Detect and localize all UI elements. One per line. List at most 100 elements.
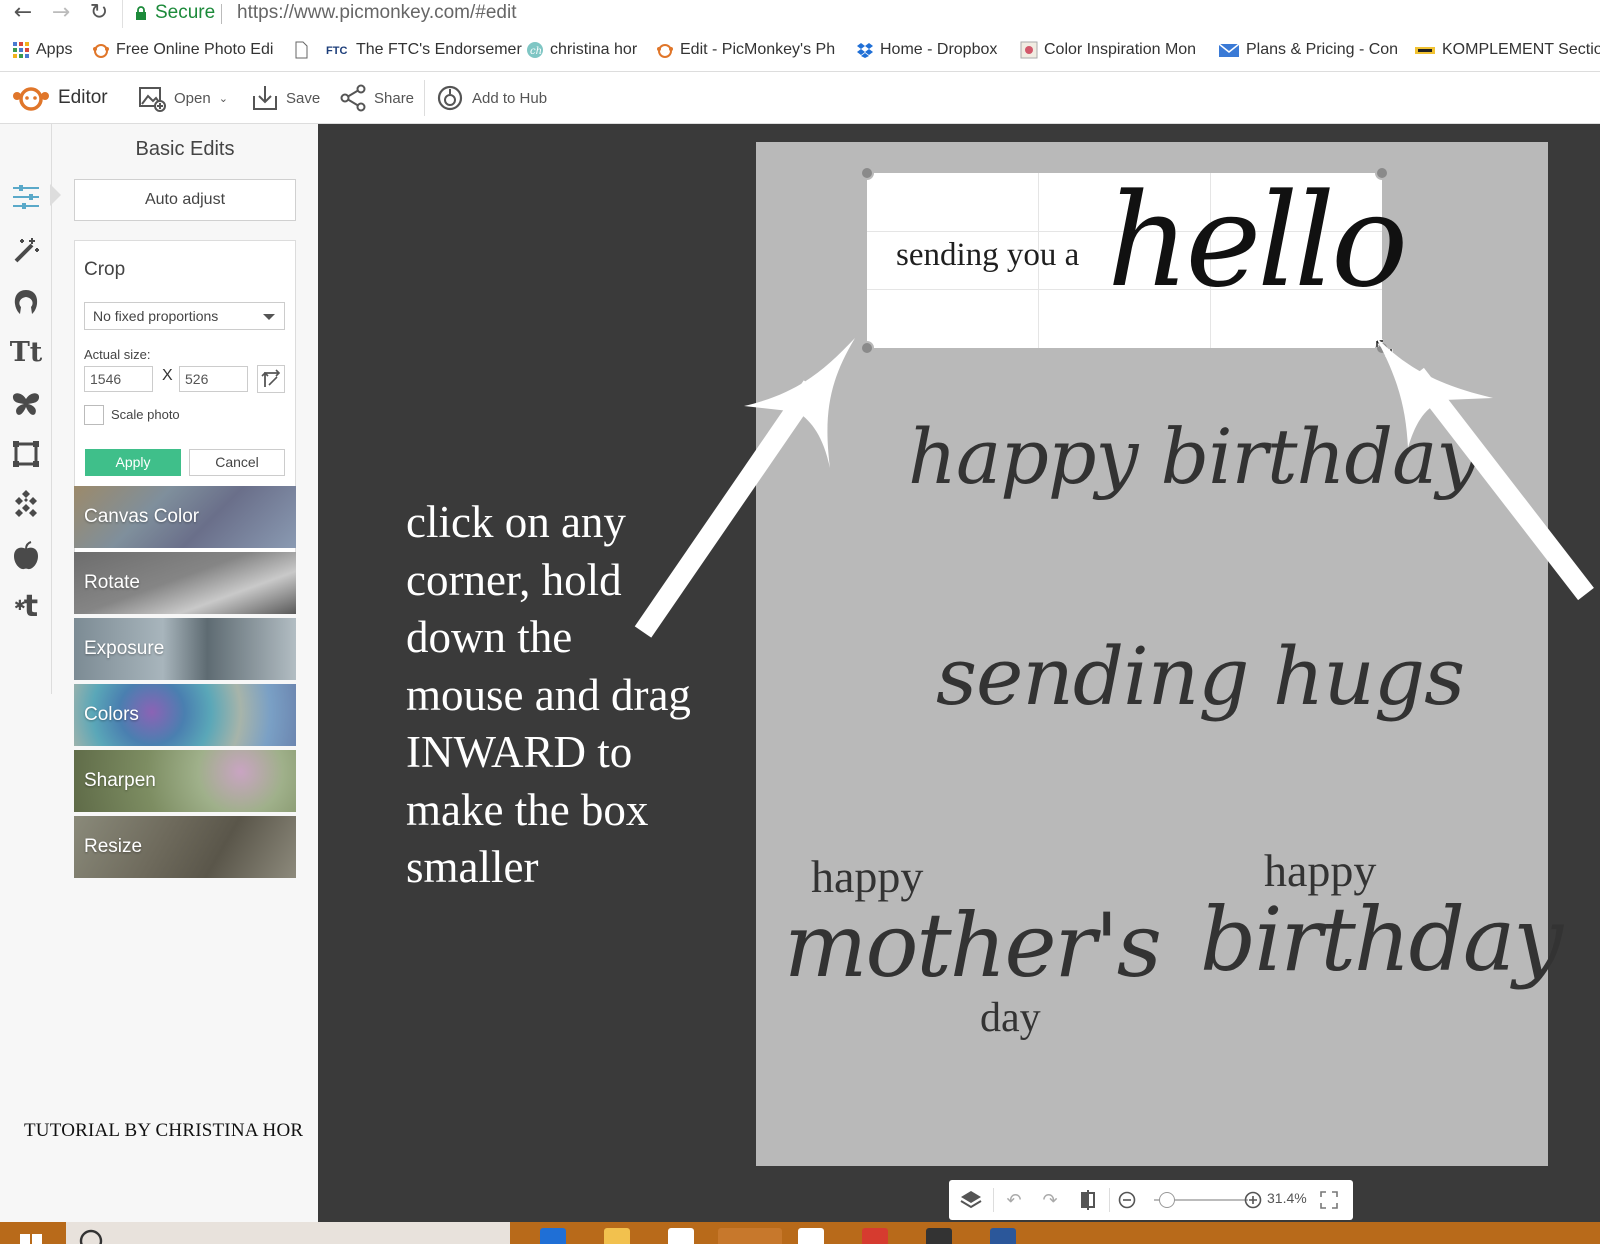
swap-dimensions-button[interactable] [257,365,285,393]
taskbar-word-icon[interactable] [990,1228,1016,1244]
undo-icon: ↶ [1006,1189,1022,1210]
magic-wand-icon[interactable] [8,232,44,268]
editor-label: Editor [58,87,108,108]
theme-t-icon[interactable]: ✱ t [8,588,44,624]
open-button[interactable]: Open ⌄ [138,82,228,114]
bookmark-free-online-photo[interactable]: Free Online Photo Edi [92,38,273,62]
text-tt-icon[interactable]: Tt [8,334,44,370]
share-button[interactable]: Share [340,82,414,114]
fullscreen-button[interactable] [1315,1186,1343,1214]
undo-button[interactable]: ↶ [999,1186,1029,1214]
tool-icon-rail: Tt ✱ t [0,124,61,694]
redo-button[interactable]: ↷ [1035,1186,1065,1214]
apple-theme-icon[interactable] [8,538,44,574]
share-label: Share [374,89,415,107]
bookmark-dropbox[interactable]: Home - Dropbox [856,38,997,62]
frame-icon[interactable] [8,436,44,472]
page-icon [295,41,308,59]
taskbar-app-icon[interactable] [540,1228,566,1244]
left-panel: Tt ✱ t Basic Edits Auto adjust Crop No fi… [0,124,318,1222]
taskbar-folder-icon[interactable] [604,1228,630,1244]
compare-icon [1081,1190,1095,1210]
layers-button[interactable] [955,1186,987,1214]
hub-label: Add to Hub [472,89,548,107]
windows-start-icon[interactable] [20,1226,42,1244]
tile-colors[interactable]: Colors [74,684,296,746]
save-download-icon [253,86,277,110]
picmonkey-icon [657,44,673,58]
bookmark-blank-page[interactable] [292,38,316,62]
tile-label: Rotate [84,572,140,593]
bookmark-apps[interactable]: Apps [12,38,72,62]
bookmark-label: Home - Dropbox [880,41,998,58]
editor-toolbar: Editor Open ⌄ Save Share Add to Hub [0,72,1600,124]
arrow-left-icon [634,338,855,638]
taskbar-app-icon[interactable] [862,1228,888,1244]
auto-adjust-button[interactable]: Auto adjust [74,179,296,221]
tile-rotate[interactable]: Rotate [74,552,296,614]
tile-resize[interactable]: Resize [74,816,296,878]
open-label: Open [174,89,211,107]
dropbox-icon [857,43,873,58]
secure-label: Secure [155,2,216,23]
taskbar-app-icon[interactable] [668,1228,694,1244]
tile-label: Sharpen [84,770,156,791]
bookmark-label: The FTC's Endorsemer [356,41,522,58]
bookmark-label: Plans & Pricing - Con [1246,41,1399,58]
bookmark-edit-picmonkey[interactable]: Edit - PicMonkey's Ph [656,38,835,62]
tile-label: Resize [84,836,143,857]
zoom-toolbar: ↶ ↷ 31.4% [949,1180,1353,1220]
svg-text:FTC: FTC [326,45,347,57]
taskbar-chrome-active-icon[interactable] [718,1228,782,1244]
crop-title[interactable]: Crop [84,259,125,281]
zoom-out-button[interactable] [1113,1186,1141,1214]
zoom-slider-knob[interactable] [1159,1192,1176,1208]
color-inspiration-icon [1020,41,1038,59]
tile-canvas-color[interactable]: Canvas Color [74,486,296,548]
bookmark-label: Free Online Photo Edi [116,41,274,58]
canvas-workspace[interactable]: click on any corner, hold down the mouse… [318,124,1600,1222]
address-bar[interactable]: Secure https://www.picmonkey.com/#edit [122,0,1600,28]
tile-label: Colors [84,704,139,725]
arrow-overlays [634,336,1594,638]
texture-icon[interactable] [8,486,44,522]
tile-label: Canvas Color [84,506,200,527]
save-button[interactable]: Save [252,82,320,114]
back-button[interactable]: ← [10,0,36,28]
tile-exposure[interactable]: Exposure [74,618,296,680]
tile-label: Exposure [84,638,165,659]
height-field[interactable]: 526 [179,366,248,392]
bookmark-christina-hor[interactable]: ch christina hor [526,38,637,62]
bookmark-plans-pricing[interactable]: Plans & Pricing - Con [1218,38,1398,62]
bookmark-color-inspiration[interactable]: Color Inspiration Mon [1020,38,1196,62]
bookmark-komplement[interactable]: KOMPLEMENT Sectio [1414,38,1600,62]
toolbar-divider [424,80,425,116]
actual-size-label: Actual size: [84,347,151,362]
bookmark-label: KOMPLEMENT Sectio [1442,41,1600,58]
taskbar-app-icon[interactable] [926,1228,952,1244]
butterfly-overlay-icon[interactable] [8,386,44,422]
dropdown-caret-icon [263,314,275,320]
scale-photo-checkbox[interactable] [84,405,104,425]
basic-edits-sliders-icon[interactable] [8,179,44,215]
arrow-right-icon [1375,336,1594,601]
redo-icon: ↷ [1042,1189,1058,1210]
bookmark-ftc[interactable]: FTC The FTC's Endorsemer [326,38,522,62]
save-label: Save [286,89,321,107]
forward-button[interactable]: → [48,0,74,28]
touch-up-face-icon[interactable] [8,284,44,320]
taskbar-search-box[interactable] [66,1222,510,1244]
zoom-in-button[interactable] [1239,1186,1267,1214]
tile-sharpen[interactable]: Sharpen [74,750,296,812]
width-field[interactable]: 1546 [84,366,153,392]
compare-button[interactable] [1073,1186,1103,1214]
cancel-button[interactable]: Cancel [189,449,285,476]
url-text[interactable]: https://www.picmonkey.com/#edit [237,2,516,24]
hub-monkey-icon [437,85,463,111]
add-to-hub-button[interactable]: Add to Hub [436,82,547,114]
editor-logo[interactable]: Editor [12,82,108,114]
taskbar-app-icon[interactable] [798,1228,824,1244]
proportions-select[interactable]: No fixed proportions [84,302,285,330]
reload-button[interactable]: ↻ [86,0,112,28]
apply-button[interactable]: Apply [85,449,181,476]
